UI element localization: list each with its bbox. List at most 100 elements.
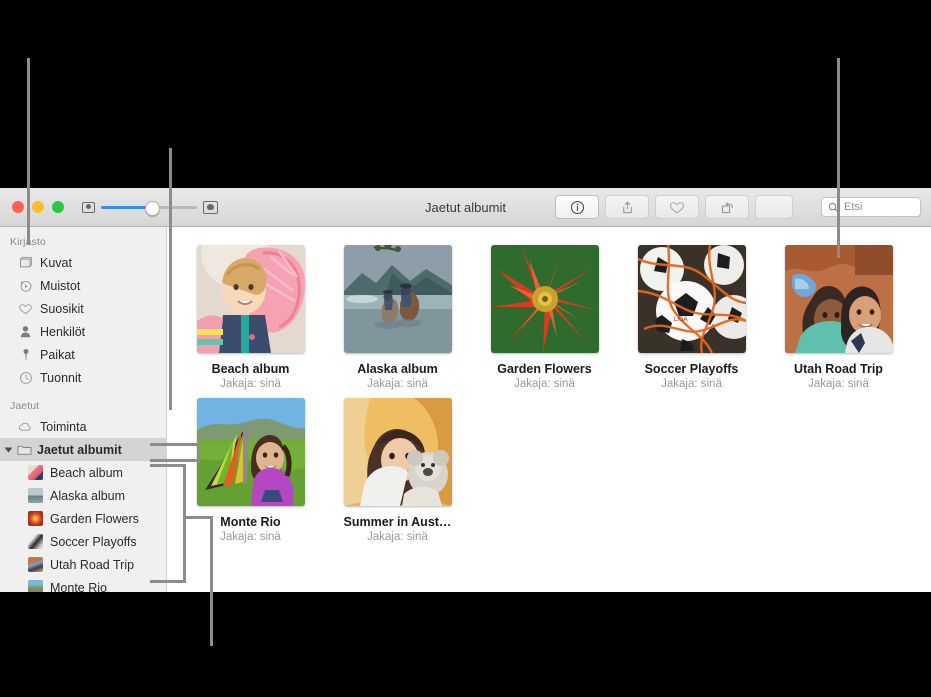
- callout-bracket-group-top: [150, 443, 200, 446]
- sidebar-item-label: Soccer Playoffs: [50, 534, 137, 549]
- sidebar-item-alaska-album[interactable]: Alaska album: [0, 484, 166, 507]
- sidebar-item-label: Muistot: [40, 278, 81, 293]
- album-cell[interactable]: Utah Road Trip Jakaja: sinä: [765, 245, 912, 390]
- photos-icon: [18, 255, 33, 270]
- sidebar-header-shared: Jaetut: [10, 400, 40, 412]
- svg-text:LIGA: LIGA: [674, 317, 688, 323]
- sidebar: Kirjasto Kuvat M: [0, 227, 167, 592]
- info-icon: [570, 200, 584, 214]
- album-subtitle: Jakaja: sinä: [220, 378, 281, 390]
- share-button[interactable]: [605, 195, 649, 219]
- sidebar-item-label: Kuvat: [40, 255, 72, 270]
- sidebar-item-henkilot[interactable]: Henkilöt: [0, 320, 166, 343]
- window-body: Kirjasto Kuvat M: [0, 227, 931, 592]
- sidebar-item-soccer-playoffs[interactable]: Soccer Playoffs: [0, 530, 166, 553]
- album-name: Alaska album: [357, 362, 438, 376]
- callout-line-toolbar: [169, 148, 172, 410]
- album-cell[interactable]: Beach album Jakaja: sinä: [177, 245, 324, 390]
- album-thumbnail-alaska[interactable]: [343, 245, 452, 353]
- album-thumbnail-utah[interactable]: [784, 245, 893, 353]
- album-thumbnail-icon: [28, 511, 43, 526]
- album-thumbnail-monte-rio[interactable]: [196, 398, 305, 506]
- slider-knob[interactable]: [145, 200, 160, 216]
- album-subtitle: Jakaja: sinä: [367, 531, 428, 543]
- album-cell[interactable]: Garden Flowers Jakaja: sinä: [471, 245, 618, 390]
- sidebar-header-library: Kirjasto: [0, 233, 166, 251]
- share-icon: [622, 200, 632, 213]
- slider-fill: [101, 205, 149, 209]
- album-name: Beach album: [211, 362, 290, 376]
- folder-icon: [17, 442, 32, 457]
- album-thumbnail-icon: [28, 534, 43, 549]
- albums-grid: Beach album Jakaja: sinä Alaska album Ja…: [167, 245, 931, 551]
- chevron-down-icon[interactable]: [4, 447, 13, 452]
- album-thumbnail-summer-australia[interactable]: [343, 398, 452, 506]
- album-thumbnail-icon: [28, 557, 43, 572]
- sidebar-item-paikat[interactable]: Paikat: [0, 343, 166, 366]
- large-thumbnail-icon: [203, 200, 218, 214]
- album-cell[interactable]: Summer in Aust… Jakaja: sinä: [324, 398, 471, 543]
- album-cell[interactable]: Alaska album Jakaja: sinä: [324, 245, 471, 390]
- album-cell[interactable]: Monte Rio Jakaja: sinä: [177, 398, 324, 543]
- minimize-button[interactable]: [32, 201, 44, 213]
- person-icon: [18, 324, 33, 339]
- sidebar-item-label: Toiminta: [40, 419, 87, 434]
- sidebar-item-kuvat[interactable]: Kuvat: [0, 251, 166, 274]
- sidebar-item-jaetut-albumit[interactable]: Jaetut albumit: [0, 438, 166, 461]
- close-button[interactable]: [12, 201, 24, 213]
- heart-icon: [18, 301, 33, 316]
- small-thumbnail-icon: [82, 201, 95, 213]
- album-thumbnail-icon: [28, 488, 43, 503]
- sidebar-item-label: Suosikit: [40, 301, 84, 316]
- sidebar-item-label: Henkilöt: [40, 324, 86, 339]
- callout-bracket-list-bottom: [150, 580, 186, 583]
- album-name: Soccer Playoffs: [644, 362, 739, 376]
- sidebar-item-muistot[interactable]: Muistot: [0, 274, 166, 297]
- sidebar-item-utah-road-trip[interactable]: Utah Road Trip: [0, 553, 166, 576]
- sidebar-item-beach-album[interactable]: Beach album: [0, 461, 166, 484]
- search-placeholder: Etsi: [844, 201, 863, 213]
- clock-icon: [18, 370, 33, 385]
- album-thumbnail-beach[interactable]: [196, 245, 305, 353]
- callout-line-album-thumb: [837, 58, 840, 258]
- cloud-icon: [18, 419, 33, 434]
- thumbnail-size-slider[interactable]: [82, 200, 218, 216]
- sidebar-item-label: Beach album: [50, 465, 123, 480]
- favorite-button[interactable]: [655, 195, 699, 219]
- callout-line-library: [27, 58, 30, 245]
- album-name: Monte Rio: [220, 515, 281, 529]
- heart-icon: [669, 201, 685, 213]
- photos-window: Jaetut albumit Etsi Kuvat Muistot Suosik…: [0, 188, 931, 592]
- album-name: Summer in Aust…: [343, 515, 452, 529]
- callout-bracket-list-top: [150, 464, 186, 467]
- window-titlebar: Jaetut albumit Etsi: [0, 188, 931, 227]
- sidebar-item-label: Paikat: [40, 347, 75, 362]
- toolbar-extra-button[interactable]: [755, 195, 793, 219]
- sidebar-item-suosikit[interactable]: Suosikit: [0, 297, 166, 320]
- rotate-icon: [721, 201, 733, 213]
- zoom-button[interactable]: [52, 201, 64, 213]
- album-thumbnail-icon: [28, 580, 43, 592]
- sidebar-item-monte-rio[interactable]: Monte Rio: [0, 576, 166, 592]
- info-button[interactable]: [555, 195, 599, 219]
- callout-bracket-list-mid: [183, 516, 213, 519]
- album-thumbnail-icon: [28, 465, 43, 480]
- album-name: Garden Flowers: [497, 362, 592, 376]
- toolbar-buttons: Etsi: [555, 195, 931, 219]
- album-thumbnail-soccer[interactable]: LIGA: [637, 245, 746, 353]
- sidebar-item-tuonnit[interactable]: Tuonnit: [0, 366, 166, 389]
- sidebar-item-garden-flowers[interactable]: Garden Flowers: [0, 507, 166, 530]
- album-subtitle: Jakaja: sinä: [808, 378, 869, 390]
- album-cell[interactable]: LIGA Soccer Playoffs Jakaja: sinä: [618, 245, 765, 390]
- album-subtitle: Jakaja: sinä: [661, 378, 722, 390]
- slider-track[interactable]: [101, 200, 197, 216]
- sidebar-item-toiminta[interactable]: Toiminta: [0, 415, 166, 438]
- album-thumbnail-garden[interactable]: [490, 245, 599, 353]
- callout-bracket-group-bottom: [150, 459, 200, 462]
- sidebar-item-label: Garden Flowers: [50, 511, 139, 526]
- traffic-lights: [0, 201, 64, 213]
- rotate-button[interactable]: [705, 195, 749, 219]
- album-subtitle: Jakaja: sinä: [220, 531, 281, 543]
- album-name: Utah Road Trip: [794, 362, 883, 376]
- search-field[interactable]: Etsi: [821, 197, 921, 217]
